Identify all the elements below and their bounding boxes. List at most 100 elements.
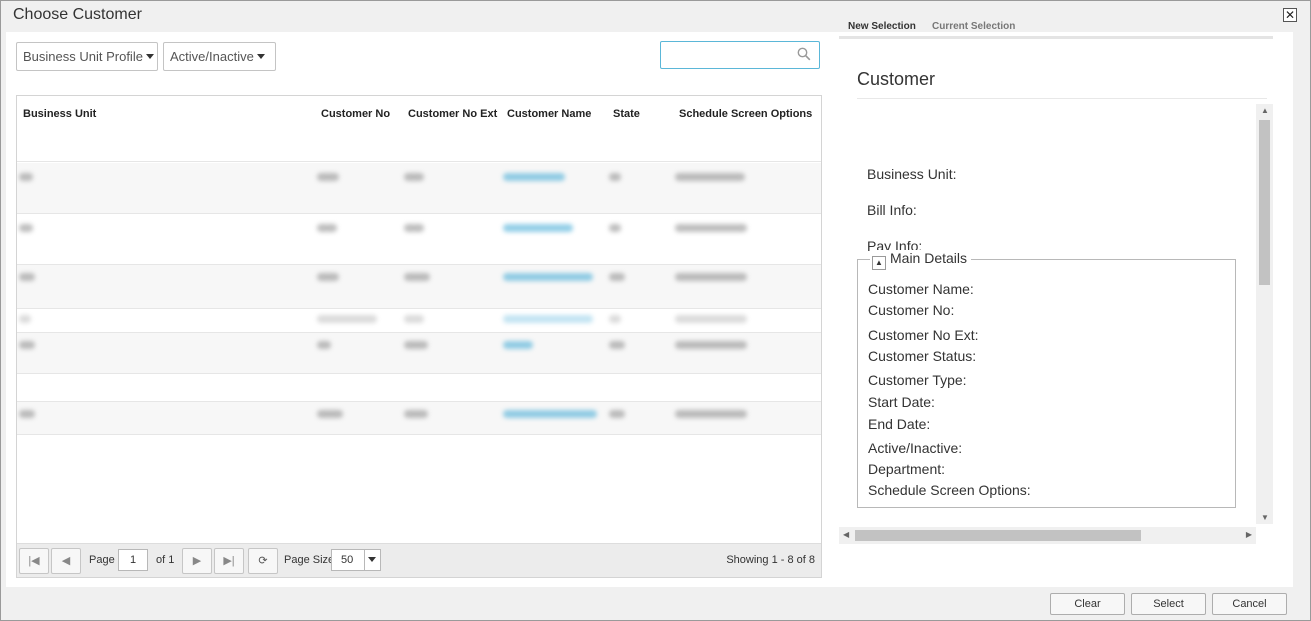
redacted-cell	[503, 273, 593, 281]
business-unit-profile-label: Business Unit Profile	[23, 49, 143, 64]
main-details-legend: ▲ Main Details	[870, 250, 972, 270]
redacted-cell	[404, 273, 430, 281]
customer-name-label: Customer Name:	[868, 281, 974, 297]
redacted-cell	[404, 224, 424, 232]
redacted-cell	[675, 224, 747, 232]
page-label: Page	[89, 554, 115, 566]
customer-grid: Business Unit Customer No Customer No Ex…	[16, 95, 822, 578]
selection-tabs: New Selection Current Selection	[839, 19, 1273, 39]
redacted-cell	[317, 410, 343, 418]
scroll-left-icon[interactable]: ◀	[843, 530, 849, 539]
prev-page-icon[interactable]: ◀	[51, 548, 81, 574]
table-row[interactable]	[17, 265, 821, 309]
active-inactive-field-label: Active/Inactive:	[868, 440, 963, 456]
table-row[interactable]	[17, 214, 821, 265]
scroll-up-icon[interactable]: ▲	[1261, 106, 1269, 115]
column-header-customer-no-ext[interactable]: Customer No Ext	[408, 108, 497, 120]
bill-info-label: Bill Info:	[867, 202, 917, 218]
clear-button[interactable]: Clear	[1050, 593, 1125, 615]
scroll-down-icon[interactable]: ▼	[1261, 513, 1269, 522]
search-box	[660, 41, 820, 69]
grid-pager: |◀ ◀ Page 1 of 1 ▶ ▶| ⟳ Page Size 50 Sho…	[17, 543, 821, 577]
page-number-input[interactable]: 1	[118, 549, 148, 571]
redacted-cell	[503, 341, 533, 349]
horizontal-scrollbar[interactable]: ◀ ▶	[839, 527, 1256, 544]
horizontal-scroll-thumb[interactable]	[855, 530, 1141, 541]
column-header-state[interactable]: State	[613, 108, 640, 120]
main-details-fieldset: ▲ Main Details Customer Name: Customer No…	[857, 250, 1236, 508]
customer-detail-panel: Customer Business Unit: Bill Info: Pay I…	[839, 56, 1273, 546]
redacted-cell	[503, 315, 593, 323]
redacted-cell	[609, 173, 621, 181]
caret-down-icon	[256, 54, 265, 59]
select-button[interactable]: Select	[1131, 593, 1206, 615]
redacted-cell	[317, 173, 339, 181]
tab-current-selection[interactable]: Current Selection	[932, 21, 1015, 32]
business-unit-profile-dropdown[interactable]: Business Unit Profile	[16, 42, 158, 71]
redacted-cell	[19, 410, 35, 418]
end-date-label: End Date:	[868, 416, 931, 432]
grid-header: Business Unit Customer No Customer No Ex…	[17, 96, 821, 162]
customer-no-ext-label: Customer No Ext:	[868, 327, 979, 343]
redacted-cell	[404, 173, 424, 181]
redacted-cell	[609, 315, 621, 323]
customer-no-label: Customer No:	[868, 302, 955, 318]
column-header-business-unit[interactable]: Business Unit	[23, 108, 96, 120]
redacted-cell	[609, 273, 625, 281]
showing-count: Showing 1 - 8 of 8	[726, 554, 815, 566]
customer-status-label: Customer Status:	[868, 348, 977, 364]
table-row[interactable]	[17, 374, 821, 402]
cancel-button[interactable]: Cancel	[1212, 593, 1287, 615]
redacted-cell	[675, 410, 747, 418]
first-page-icon[interactable]: |◀	[19, 548, 49, 574]
redacted-cell	[675, 173, 745, 181]
last-page-icon[interactable]: ▶|	[214, 548, 244, 574]
panel-title: Customer	[857, 69, 936, 89]
redacted-cell	[503, 224, 573, 232]
department-label: Department:	[868, 461, 946, 477]
caret-down-icon	[364, 550, 380, 570]
table-row[interactable]	[17, 163, 821, 214]
redacted-cell	[317, 273, 339, 281]
redacted-cell	[19, 224, 33, 232]
collapse-toggle-icon[interactable]: ▲	[872, 256, 886, 270]
redacted-cell	[317, 224, 337, 232]
tab-new-selection[interactable]: New Selection	[848, 21, 916, 32]
table-row[interactable]	[17, 309, 821, 333]
redacted-cell	[19, 315, 31, 323]
redacted-cell	[675, 273, 747, 281]
vertical-scroll-thumb[interactable]	[1259, 120, 1270, 285]
redacted-cell	[503, 410, 597, 418]
redacted-cell	[19, 341, 35, 349]
search-icon[interactable]	[797, 47, 811, 61]
redacted-cell	[317, 315, 377, 323]
column-header-schedule-screen-options[interactable]: Schedule Screen Options	[679, 108, 812, 120]
redacted-cell	[404, 341, 428, 349]
redacted-cell	[19, 173, 33, 181]
refresh-icon[interactable]: ⟳	[248, 548, 278, 574]
redacted-cell	[19, 273, 35, 281]
column-header-customer-no[interactable]: Customer No	[321, 108, 390, 120]
active-inactive-label: Active/Inactive	[170, 49, 254, 64]
business-unit-label: Business Unit:	[867, 166, 957, 182]
redacted-cell	[404, 410, 428, 418]
active-inactive-dropdown[interactable]: Active/Inactive	[163, 42, 276, 71]
table-row[interactable]	[17, 402, 821, 435]
table-row[interactable]	[17, 333, 821, 374]
next-page-icon[interactable]: ▶	[182, 548, 212, 574]
search-input[interactable]	[665, 43, 795, 67]
vertical-scrollbar[interactable]: ▲ ▼	[1256, 104, 1273, 524]
redacted-cell	[317, 341, 331, 349]
start-date-label: Start Date:	[868, 394, 935, 410]
close-icon[interactable]: ✕	[1283, 8, 1297, 22]
choose-customer-dialog: Choose Customer ✕ Business Unit Profile …	[0, 0, 1311, 621]
page-size-select[interactable]: 50	[331, 549, 381, 571]
customer-type-label: Customer Type:	[868, 372, 967, 388]
page-size-label: Page Size	[284, 554, 335, 566]
scroll-right-icon[interactable]: ▶	[1246, 530, 1252, 539]
redacted-cell	[675, 341, 747, 349]
main-details-title: Main Details	[890, 250, 968, 266]
column-header-customer-name[interactable]: Customer Name	[507, 108, 591, 120]
redacted-cell	[675, 315, 747, 323]
schedule-screen-options-label: Schedule Screen Options:	[868, 482, 1031, 498]
